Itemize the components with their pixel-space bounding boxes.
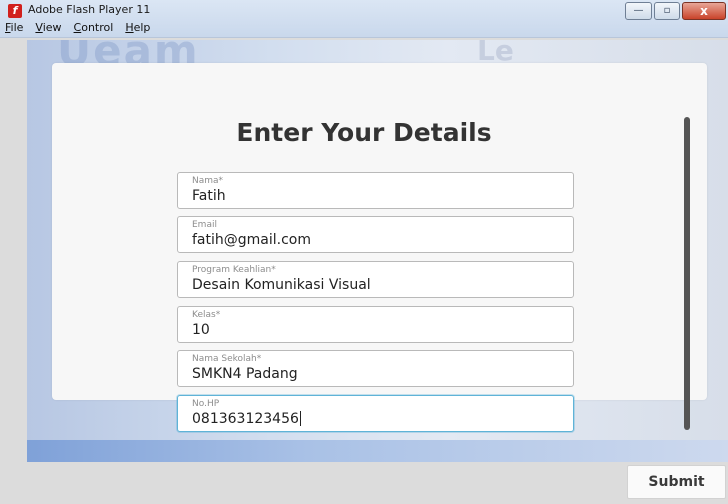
email-field[interactable]: Email fatih@gmail.com (177, 216, 574, 253)
menu-bar: File View Control Help (0, 19, 150, 37)
window-title: Adobe Flash Player 11 (28, 3, 151, 16)
window-titlebar: f Adobe Flash Player 11 — ▫ x File View … (0, 0, 728, 38)
maximize-button[interactable]: ▫ (654, 2, 680, 20)
menu-view[interactable]: View (35, 19, 61, 37)
field-value: 081363123456 (192, 411, 299, 427)
text-caret (299, 411, 301, 426)
field-label: Nama* (192, 176, 224, 186)
field-label: Email (192, 220, 217, 230)
field-value: Fatih (192, 188, 226, 204)
maximize-icon: ▫ (663, 5, 671, 16)
window-controls: — ▫ x (625, 2, 726, 20)
field-value: fatih@gmail.com (192, 232, 311, 248)
form-title: Enter Your Details (236, 118, 492, 147)
school-field[interactable]: Nama Sekolah* SMKN4 Padang (177, 350, 574, 387)
close-icon: x (700, 4, 708, 18)
close-button[interactable]: x (682, 2, 726, 20)
flash-player-icon: f (8, 4, 22, 18)
scrollbar-thumb[interactable] (684, 117, 690, 430)
menu-help[interactable]: Help (125, 19, 150, 37)
field-label: Nama Sekolah* (192, 354, 262, 364)
submit-button[interactable]: Submit (627, 465, 726, 499)
phone-field[interactable]: No.HP 081363123456 (177, 395, 574, 432)
field-value: SMKN4 Padang (192, 366, 298, 382)
field-value: Desain Komunikasi Visual (192, 277, 371, 293)
watermark-text: mente (27, 40, 32, 80)
program-field[interactable]: Program Keahlian* Desain Komunikasi Visu… (177, 261, 574, 298)
class-field[interactable]: Kelas* 10 (177, 306, 574, 343)
minimize-button[interactable]: — (625, 2, 652, 20)
field-label: No.HP (192, 399, 220, 409)
name-field[interactable]: Nama* Fatih (177, 172, 574, 209)
banner-strip (27, 440, 728, 462)
minimize-icon: — (633, 5, 644, 16)
field-label: Kelas* (192, 310, 221, 320)
field-label: Program Keahlian* (192, 265, 276, 275)
field-value: 10 (192, 322, 210, 338)
menu-file[interactable]: File (5, 19, 23, 37)
field-value-wrapper: 081363123456 (192, 411, 301, 427)
menu-control[interactable]: Control (74, 19, 114, 37)
